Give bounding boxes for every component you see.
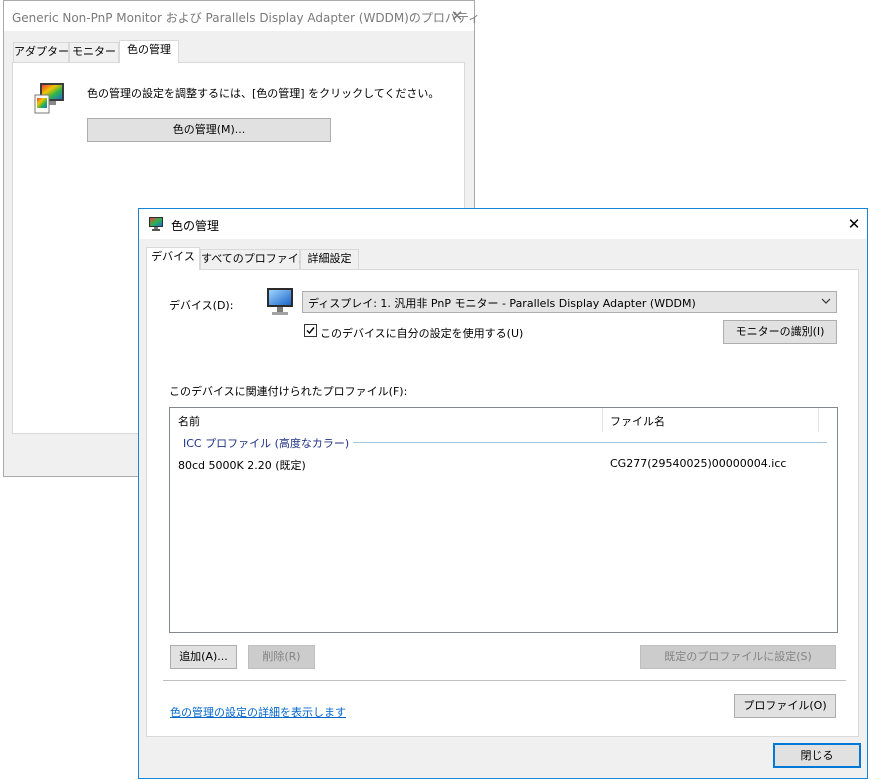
chevron-down-icon <box>820 295 832 310</box>
tab-monitor[interactable]: モニター <box>69 42 119 62</box>
column-divider <box>602 408 603 432</box>
devices-panel: デバイス(D): ディスプレイ: 1. 汎用非 PnP モニター - Paral… <box>146 269 859 737</box>
profile-file: CG277(29540025)00000004.icc <box>610 457 787 470</box>
identify-monitors-button[interactable]: モニターの識別(I) <box>723 320 837 344</box>
dialog-title: 色の管理 <box>171 219 220 233</box>
color-management-icon <box>34 82 66 116</box>
monitor-icon <box>265 286 295 318</box>
table-header: 名前 ファイル名 <box>170 408 837 432</box>
separator <box>163 680 846 681</box>
close-button[interactable]: 閉じる <box>773 743 861 768</box>
profiles-label: このデバイスに関連付けられたプロファイル(F): <box>169 385 408 398</box>
title-bar: 色の管理 ✕ <box>139 209 867 239</box>
device-select[interactable]: ディスプレイ: 1. 汎用非 PnP モニター - Parallels Disp… <box>302 291 837 313</box>
title-bar: Generic Non-PnP Monitor および Parallels Di… <box>4 1 480 31</box>
color-settings-details-link[interactable]: 色の管理の設定の詳細を表示します <box>170 704 346 720</box>
close-icon[interactable]: ✕ <box>845 215 863 233</box>
close-icon[interactable]: ✕ <box>448 7 466 25</box>
group-label: ICC プロファイル (高度なカラー) <box>183 435 354 451</box>
tab-advanced[interactable]: 詳細設定 <box>300 249 359 270</box>
tab-adapter[interactable]: アダプター <box>13 42 69 62</box>
use-my-settings-checkbox[interactable] <box>304 324 317 337</box>
color-management-dialog: 色の管理 ✕ デバイス すべてのプロファイル 詳細設定 デバイス(D): ディス… <box>138 208 868 779</box>
column-divider <box>818 408 819 432</box>
device-label: デバイス(D): <box>169 299 234 312</box>
color-management-button[interactable]: 色の管理(M)... <box>87 118 331 142</box>
color-management-app-icon <box>148 216 164 232</box>
remove-button[interactable]: 削除(R) <box>248 645 315 669</box>
tab-color-management[interactable]: 色の管理 <box>119 40 179 63</box>
table-row[interactable]: 80cd 5000K 2.20 (既定) CG277(29540025)0000… <box>170 454 837 476</box>
use-my-settings-label[interactable]: このデバイスに自分の設定を使用する(U) <box>320 325 523 341</box>
profile-name: 80cd 5000K 2.20 (既定) <box>178 459 306 472</box>
instruction-text: 色の管理の設定を調整するには、[色の管理] をクリックしてください。 <box>87 87 440 100</box>
window-title: Generic Non-PnP Monitor および Parallels Di… <box>12 11 481 25</box>
column-header-file[interactable]: ファイル名 <box>610 413 665 429</box>
tab-all-profiles[interactable]: すべてのプロファイル <box>200 249 310 270</box>
tab-devices[interactable]: デバイス <box>146 247 200 270</box>
profiles-table: 名前 ファイル名 ICC プロファイル (高度なカラー) 80cd 5000K … <box>169 407 838 633</box>
device-select-value: ディスプレイ: 1. 汎用非 PnP モニター - Parallels Disp… <box>308 297 696 310</box>
add-button[interactable]: 追加(A)... <box>170 645 237 669</box>
set-default-profile-button[interactable]: 既定のプロファイルに設定(S) <box>640 645 836 669</box>
checkmark-icon <box>306 327 315 335</box>
group-header: ICC プロファイル (高度なカラー) <box>183 434 827 451</box>
profile-button[interactable]: プロファイル(O) <box>734 694 836 718</box>
column-header-name[interactable]: 名前 <box>178 413 200 429</box>
